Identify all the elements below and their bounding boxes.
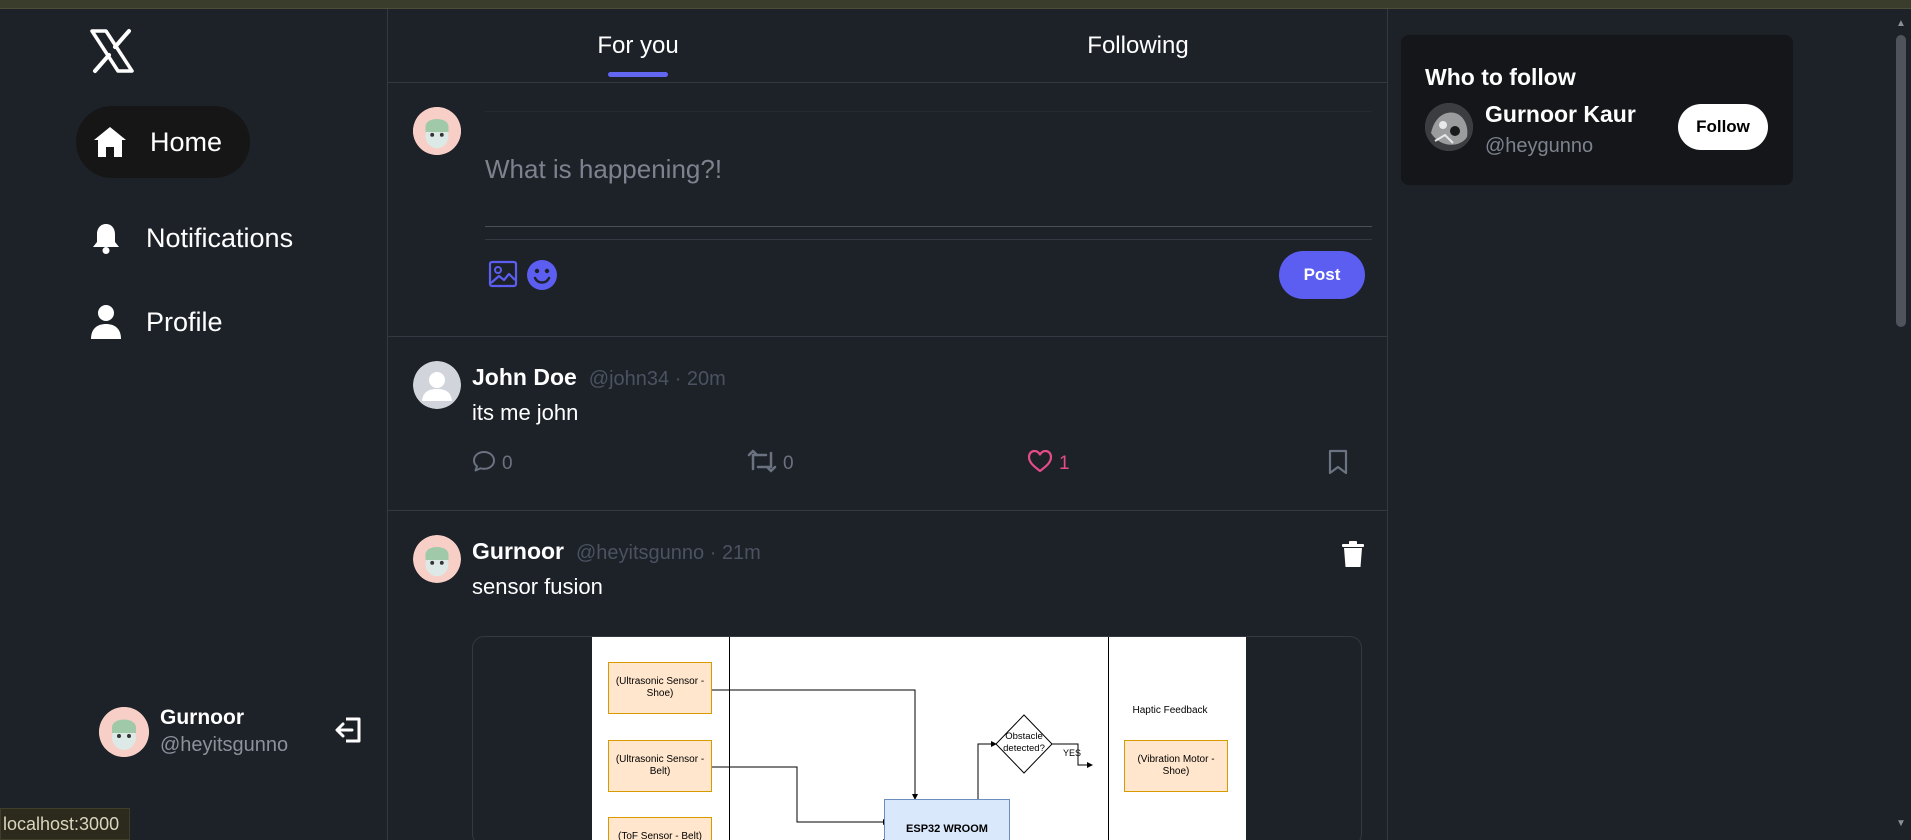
who-to-follow-card: Who to follow Gurnoor Kaur @heygunno Fol… (1401, 35, 1793, 185)
avatar (413, 535, 461, 583)
flowchart-diagram: (Ultrasonic Sensor - Shoe) (Ultrasonic S… (592, 637, 1246, 840)
follow-button[interactable]: Follow (1678, 104, 1768, 150)
tweet-actions: 0 0 1 (472, 449, 1372, 479)
trash-icon[interactable] (1340, 540, 1366, 568)
scroll-down-arrow-icon[interactable]: ▼ (1896, 818, 1906, 829)
tweet-meta: @heyitsgunno · 21m (576, 542, 761, 564)
tweet-text: sensor fusion (472, 574, 603, 599)
heart-icon (1027, 449, 1053, 479)
logout-icon[interactable] (334, 715, 364, 745)
avatar (413, 107, 461, 155)
scrollbar-thumb[interactable] (1896, 35, 1906, 327)
nav-notifications[interactable]: Notifications (88, 207, 293, 269)
status-bar-url: localhost:3000 (0, 808, 131, 840)
nav-home[interactable]: Home (76, 106, 250, 178)
diagram-yes-label: YES (1062, 748, 1081, 758)
active-tab-indicator (608, 72, 668, 77)
comment-icon (472, 449, 496, 479)
tab-for-you[interactable]: For you (388, 9, 888, 83)
diagram-box: (ToF Sensor - Belt) (608, 817, 712, 840)
home-icon (92, 124, 128, 160)
retweet-count: 0 (783, 453, 794, 474)
like-count: 1 (1059, 453, 1070, 474)
tweet-author-name[interactable]: John Doe (472, 364, 577, 391)
composer-divider (485, 239, 1372, 240)
emoji-icon[interactable] (526, 259, 558, 291)
retweet-button[interactable]: 0 (747, 449, 794, 479)
diagram-decision-label: Obstacle detected? (1003, 731, 1045, 754)
scroll-up-arrow-icon[interactable]: ▲ (1896, 18, 1906, 29)
post-button[interactable]: Post (1279, 251, 1365, 299)
bell-icon (88, 220, 124, 256)
diagram-haptic-title: Haptic Feedback (1132, 705, 1208, 716)
nav-profile[interactable]: Profile (88, 291, 223, 353)
nav-profile-label: Profile (146, 306, 223, 337)
image-icon[interactable] (488, 259, 518, 289)
suggested-user-name[interactable]: Gurnoor Kaur (1485, 101, 1636, 128)
tweet[interactable]: Gurnoor @heyitsgunno · 21m sensor fusion (388, 511, 1388, 840)
avatar (413, 361, 461, 409)
tweet-meta: @john34 · 20m (588, 368, 726, 390)
current-user-handle: @heyitsgunno (160, 734, 289, 756)
retweet-icon (747, 449, 777, 479)
avatar[interactable] (1425, 103, 1473, 151)
x-logo-icon[interactable] (88, 27, 136, 75)
diagram-box: (Ultrasonic Sensor - Shoe) (608, 662, 712, 714)
diagram-esp-box: ESP32 WROOM (884, 799, 1010, 840)
who-to-follow-title: Who to follow (1425, 64, 1576, 90)
diagram-box: (Ultrasonic Sensor - Belt) (608, 740, 712, 792)
reply-button[interactable]: 0 (472, 449, 513, 479)
tab-following-label: Following (1087, 32, 1189, 59)
nav-home-label: Home (150, 126, 223, 157)
feed-tabs: For you Following (388, 9, 1388, 83)
tweet-text: its me john (472, 400, 579, 425)
browser-top-strip (0, 0, 1911, 9)
current-user-card[interactable]: Gurnoor @heyitsgunno (99, 706, 288, 757)
tab-for-you-label: For you (597, 32, 679, 59)
tweet[interactable]: John Doe @john34 · 20m its me john 0 0 1 (388, 337, 1388, 511)
current-user-name: Gurnoor (160, 706, 244, 729)
avatar (99, 706, 149, 757)
bookmark-icon[interactable] (1327, 449, 1349, 475)
left-sidebar: Home Notifications Profile Gurnoor @heyi… (0, 9, 388, 840)
diagram-box: (Vibration Motor - Shoe) (1124, 740, 1228, 792)
tweet-author-name[interactable]: Gurnoor (472, 538, 564, 565)
tab-following[interactable]: Following (888, 9, 1388, 83)
tweet-image[interactable]: (Ultrasonic Sensor - Shoe) (Ultrasonic S… (472, 636, 1362, 840)
main-feed: For you Following What is happening?! Po… (388, 9, 1388, 840)
post-composer: Post (388, 83, 1388, 337)
suggested-user-handle: @heygunno (1485, 135, 1594, 157)
compose-input[interactable] (485, 111, 1372, 227)
user-icon (88, 304, 124, 340)
nav-notifications-label: Notifications (146, 222, 294, 253)
reply-count: 0 (502, 453, 513, 474)
like-button[interactable]: 1 (1027, 449, 1070, 479)
